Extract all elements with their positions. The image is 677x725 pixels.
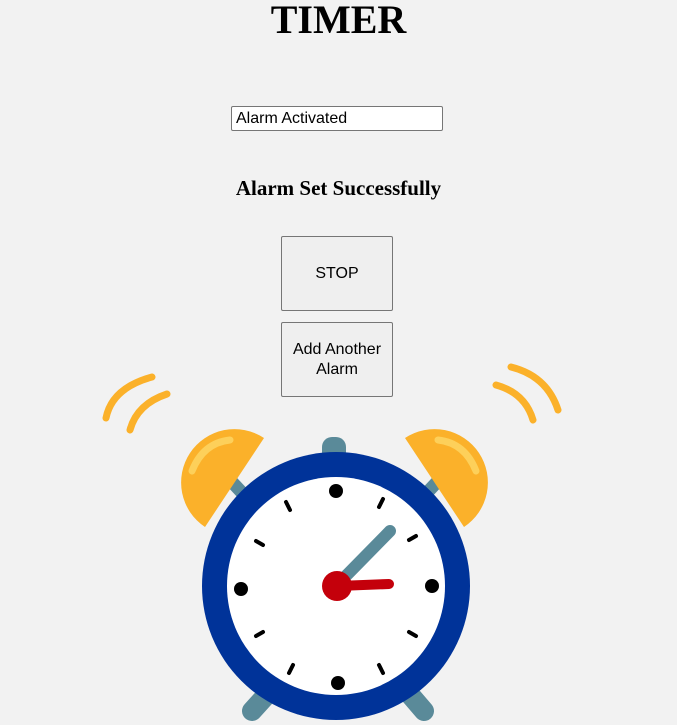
- alarm-clock-icon: [102, 363, 562, 721]
- alarm-status-input[interactable]: [231, 106, 443, 131]
- success-message: Alarm Set Successfully: [235, 176, 442, 200]
- ringing-waves-left-icon: [102, 373, 171, 434]
- stop-button[interactable]: STOP: [281, 236, 393, 311]
- page-title: TIMER: [270, 0, 407, 42]
- ringing-waves-right-icon: [492, 363, 562, 424]
- clock-center-cap: [322, 571, 352, 601]
